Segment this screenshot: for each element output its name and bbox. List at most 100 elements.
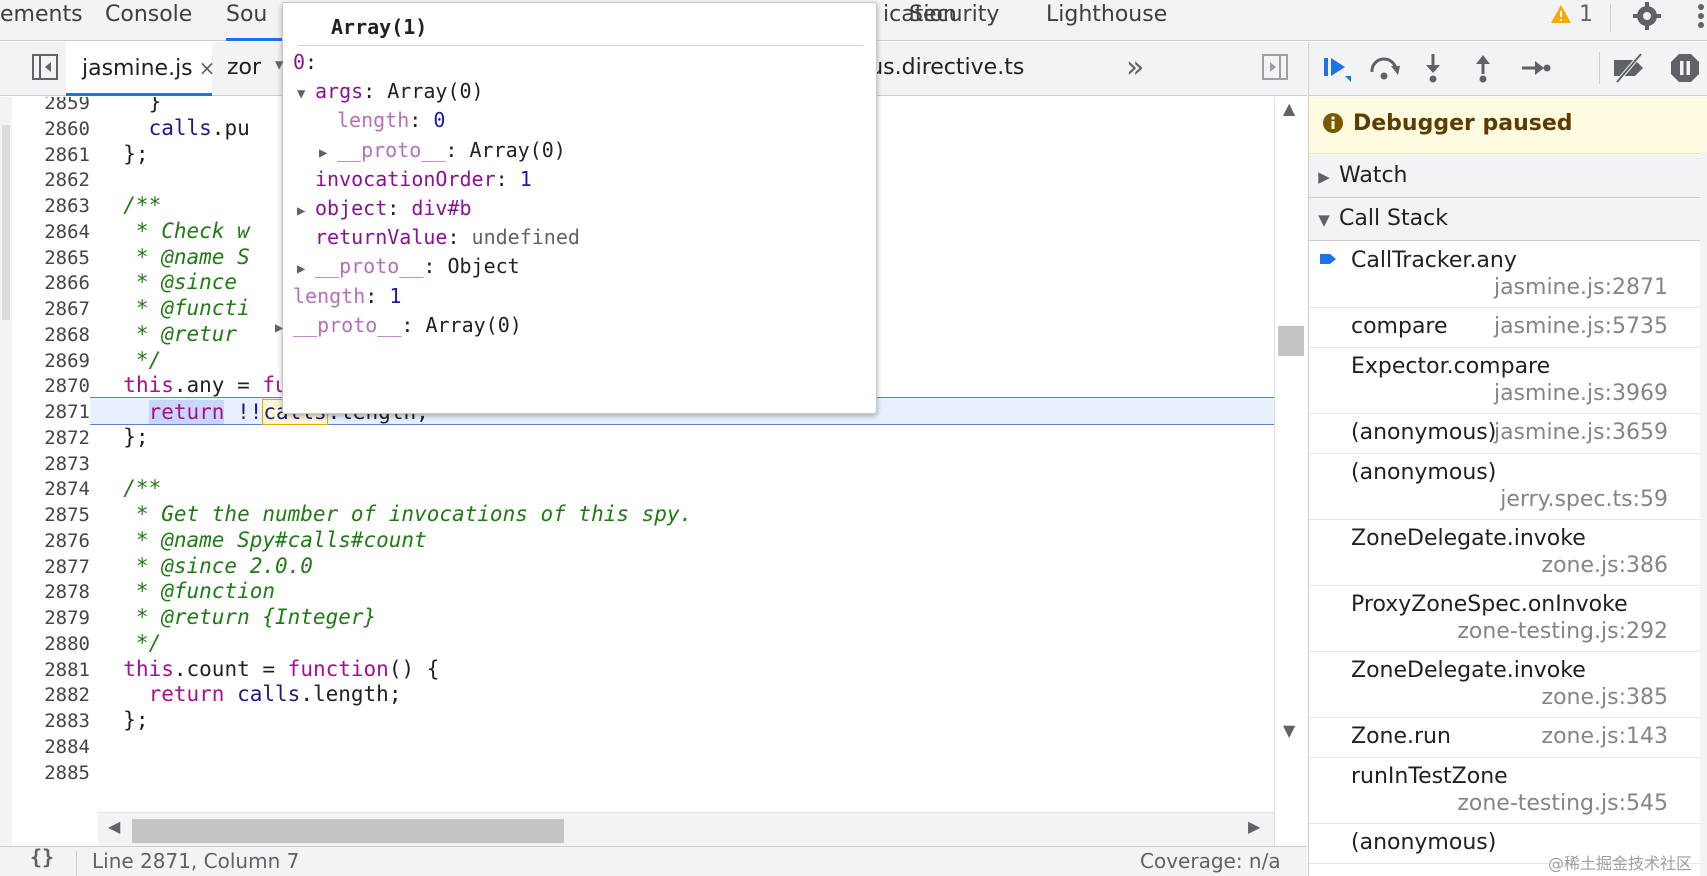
frame-location[interactable]: zone.js:385 bbox=[1542, 685, 1668, 710]
line-number[interactable]: 2863 bbox=[12, 192, 90, 220]
call-frame[interactable]: Expector.compare jasmine.js:3969 bbox=[1309, 348, 1707, 414]
collapse-arrow-icon[interactable]: ▼ bbox=[297, 79, 315, 109]
scroll-right-arrow-icon[interactable]: ▶ bbox=[1248, 817, 1260, 836]
settings-gear-icon[interactable] bbox=[1632, 1, 1662, 35]
call-frame[interactable]: compare jasmine.js:5735 bbox=[1309, 308, 1707, 348]
code-line[interactable]: * @name Spy#calls#count bbox=[98, 526, 1274, 554]
navigator-scrollbar[interactable] bbox=[0, 97, 12, 846]
frame-location[interactable]: jerry.spec.ts:59 bbox=[1500, 487, 1668, 512]
code-line[interactable]: * Get the number of invocations of this … bbox=[98, 500, 1274, 528]
frame-location[interactable]: jasmine.js:2871 bbox=[1494, 275, 1668, 300]
resume-icon[interactable] bbox=[1321, 52, 1353, 88]
step-over-icon[interactable] bbox=[1367, 52, 1403, 88]
line-number[interactable]: 2881 bbox=[12, 656, 90, 684]
line-number[interactable]: 2874 bbox=[12, 475, 90, 503]
code-line[interactable]: * @function bbox=[98, 577, 1274, 605]
step-into-icon[interactable] bbox=[1419, 52, 1447, 88]
frame-location[interactable]: jasmine.js:5735 bbox=[1494, 314, 1668, 339]
line-number[interactable]: 2862 bbox=[12, 166, 90, 194]
line-number[interactable]: 2871 bbox=[12, 398, 90, 426]
line-number[interactable]: 2867 bbox=[12, 295, 90, 323]
object-property-row[interactable]: ▶ __proto__: Array(0) bbox=[319, 135, 566, 165]
line-number[interactable]: 2884 bbox=[12, 733, 90, 761]
frame-location[interactable]: jasmine.js:3969 bbox=[1494, 381, 1668, 406]
code-line[interactable] bbox=[98, 732, 1274, 760]
line-number[interactable]: 2878 bbox=[12, 578, 90, 606]
tab-security[interactable]: Security bbox=[909, 0, 999, 41]
call-frame[interactable]: (anonymous) jasmine.js:3659 bbox=[1309, 414, 1707, 454]
object-property-row[interactable]: ▼ args: Array(0) bbox=[297, 76, 484, 106]
editor-vertical-scrollbar[interactable]: ▲ ▼ bbox=[1274, 97, 1307, 846]
line-number[interactable]: 2875 bbox=[12, 501, 90, 529]
object-property-row[interactable]: ▼ 0: bbox=[275, 47, 317, 77]
call-frame[interactable]: ZoneDelegate.invoke zone.js:385 bbox=[1309, 652, 1707, 718]
line-number[interactable]: 2866 bbox=[12, 269, 90, 297]
frame-location[interactable]: zone.js:143 bbox=[1542, 724, 1668, 749]
code-line[interactable] bbox=[98, 758, 1274, 786]
object-property-row[interactable]: ▶ object: div#b bbox=[297, 193, 472, 223]
line-number[interactable]: 2868 bbox=[12, 321, 90, 349]
line-number[interactable]: 2882 bbox=[12, 681, 90, 709]
scroll-up-arrow-icon[interactable]: ▲ bbox=[1283, 99, 1295, 118]
code-line[interactable] bbox=[98, 449, 1274, 477]
line-number[interactable]: 2865 bbox=[12, 244, 90, 272]
object-property-row[interactable]: ▶ __proto__: Object bbox=[297, 251, 520, 281]
call-frame[interactable]: ZoneDelegate.invoke zone.js:386 bbox=[1309, 520, 1707, 586]
navigator-toggle-icon[interactable] bbox=[32, 54, 58, 84]
expand-arrow-icon[interactable]: ▶ bbox=[275, 313, 293, 343]
sidebar-scrollbar[interactable] bbox=[1700, 152, 1707, 876]
code-line[interactable]: }; bbox=[98, 706, 1274, 734]
call-frame[interactable]: Zone.run zone.js:143 bbox=[1309, 718, 1707, 758]
line-number-gutter[interactable]: 2859 2860 2861 2862 2863 2864 2865 2866 2867 2868… bbox=[12, 97, 110, 846]
call-stack-section-header[interactable]: ▼ Call Stack bbox=[1309, 198, 1707, 241]
step-icon[interactable] bbox=[1519, 52, 1551, 88]
object-property-row[interactable]: ▶ __proto__: Array(0) bbox=[275, 310, 522, 340]
line-number[interactable]: 2860 bbox=[12, 115, 90, 143]
file-tab-zone[interactable]: zor bbox=[227, 42, 261, 96]
line-number[interactable]: 2861 bbox=[12, 141, 90, 169]
scroll-down-arrow-icon[interactable]: ▼ bbox=[1283, 721, 1295, 740]
code-line[interactable]: }; bbox=[98, 423, 1274, 451]
line-number[interactable]: 2872 bbox=[12, 424, 90, 452]
close-tab-icon[interactable]: × bbox=[199, 42, 216, 94]
scrollbar-thumb[interactable] bbox=[132, 819, 564, 843]
more-options-icon[interactable] bbox=[1697, 1, 1705, 35]
line-number[interactable]: 2880 bbox=[12, 630, 90, 658]
call-frame[interactable]: CallTracker.any jasmine.js:2871 bbox=[1309, 242, 1707, 308]
watch-section-header[interactable]: ▶ Watch bbox=[1309, 155, 1707, 198]
frame-location[interactable]: zone.js:386 bbox=[1542, 553, 1668, 578]
scrollbar-thumb[interactable] bbox=[1278, 326, 1304, 356]
debugger-sidebar-toggle-icon[interactable] bbox=[1262, 54, 1288, 84]
frame-location[interactable]: zone-testing.js:545 bbox=[1457, 791, 1668, 816]
line-number[interactable]: 2877 bbox=[12, 553, 90, 581]
deactivate-breakpoints-icon[interactable] bbox=[1611, 52, 1647, 88]
code-line[interactable]: * @since 2.0.0 bbox=[98, 552, 1274, 580]
tab-console[interactable]: Console bbox=[105, 0, 192, 41]
code-line[interactable]: return calls.length; bbox=[98, 680, 1274, 708]
editor-horizontal-scrollbar[interactable]: ◀ ▶ bbox=[98, 812, 1274, 846]
frame-location[interactable]: zone-testing.js:292 bbox=[1457, 619, 1668, 644]
code-line[interactable]: this.count = function() { bbox=[98, 655, 1274, 683]
line-number[interactable]: 2870 bbox=[12, 372, 90, 400]
call-frame[interactable]: ProxyZoneSpec.onInvoke zone-testing.js:29… bbox=[1309, 586, 1707, 652]
tab-sources[interactable]: Sou bbox=[226, 0, 282, 41]
tab-elements[interactable]: ements bbox=[0, 0, 83, 41]
code-line[interactable]: */ bbox=[98, 629, 1274, 657]
pause-on-exceptions-icon[interactable] bbox=[1669, 52, 1701, 88]
file-tab-jasmine[interactable]: jasmine.js × bbox=[66, 42, 215, 96]
line-number[interactable]: 2883 bbox=[12, 707, 90, 735]
code-line[interactable]: /** bbox=[98, 474, 1274, 502]
code-line[interactable]: * @return {Integer} bbox=[98, 603, 1274, 631]
step-out-icon[interactable] bbox=[1469, 52, 1497, 88]
call-frame[interactable]: runInTestZone zone-testing.js:545 bbox=[1309, 758, 1707, 824]
line-number[interactable]: 2869 bbox=[12, 347, 90, 375]
line-number[interactable]: 2879 bbox=[12, 604, 90, 632]
line-number[interactable]: 2864 bbox=[12, 218, 90, 246]
line-number[interactable]: 2873 bbox=[12, 450, 90, 478]
scroll-left-arrow-icon[interactable]: ◀ bbox=[108, 817, 120, 836]
call-frame[interactable]: (anonymous) jerry.spec.ts:59 bbox=[1309, 454, 1707, 520]
collapse-arrow-icon[interactable]: ▼ bbox=[275, 50, 293, 80]
line-number[interactable]: 2885 bbox=[12, 759, 90, 787]
tab-lighthouse[interactable]: Lighthouse bbox=[1046, 0, 1167, 41]
pretty-print-icon[interactable]: {} bbox=[30, 845, 54, 869]
